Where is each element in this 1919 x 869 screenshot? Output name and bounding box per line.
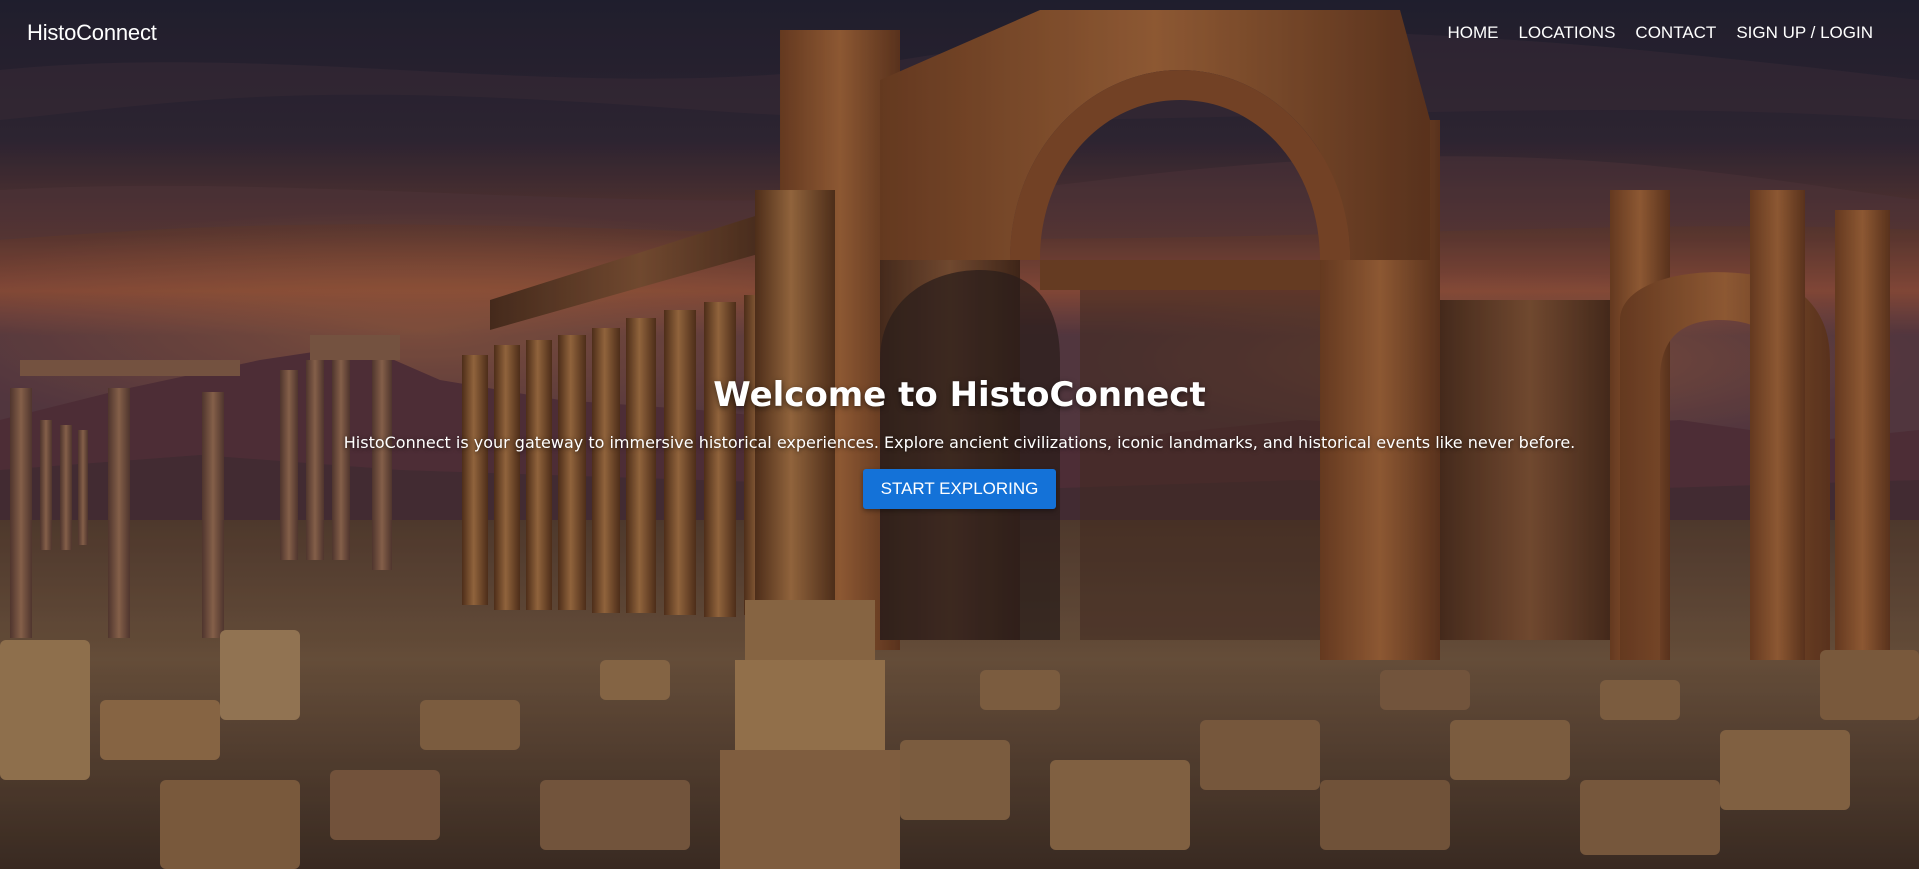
nav-link-home[interactable]: HOME bbox=[1437, 15, 1508, 51]
nav-link-locations[interactable]: LOCATIONS bbox=[1508, 15, 1625, 51]
top-navbar: HistoConnect HOME LOCATIONS CONTACT SIGN… bbox=[0, 0, 1919, 66]
hero-title: Welcome to HistoConnect bbox=[713, 375, 1206, 415]
hero-section: HistoConnect HOME LOCATIONS CONTACT SIGN… bbox=[0, 0, 1919, 869]
hero-description: HistoConnect is your gateway to immersiv… bbox=[343, 433, 1576, 452]
nav-link-contact[interactable]: CONTACT bbox=[1625, 15, 1726, 51]
brand-logo[interactable]: HistoConnect bbox=[27, 20, 157, 46]
nav-link-signup-login[interactable]: SIGN UP / LOGIN bbox=[1726, 15, 1883, 51]
start-exploring-button[interactable]: START EXPLORING bbox=[862, 469, 1057, 509]
nav-links: HOME LOCATIONS CONTACT SIGN UP / LOGIN bbox=[1437, 15, 1883, 51]
hero-content: Welcome to HistoConnect HistoConnect is … bbox=[0, 372, 1919, 509]
